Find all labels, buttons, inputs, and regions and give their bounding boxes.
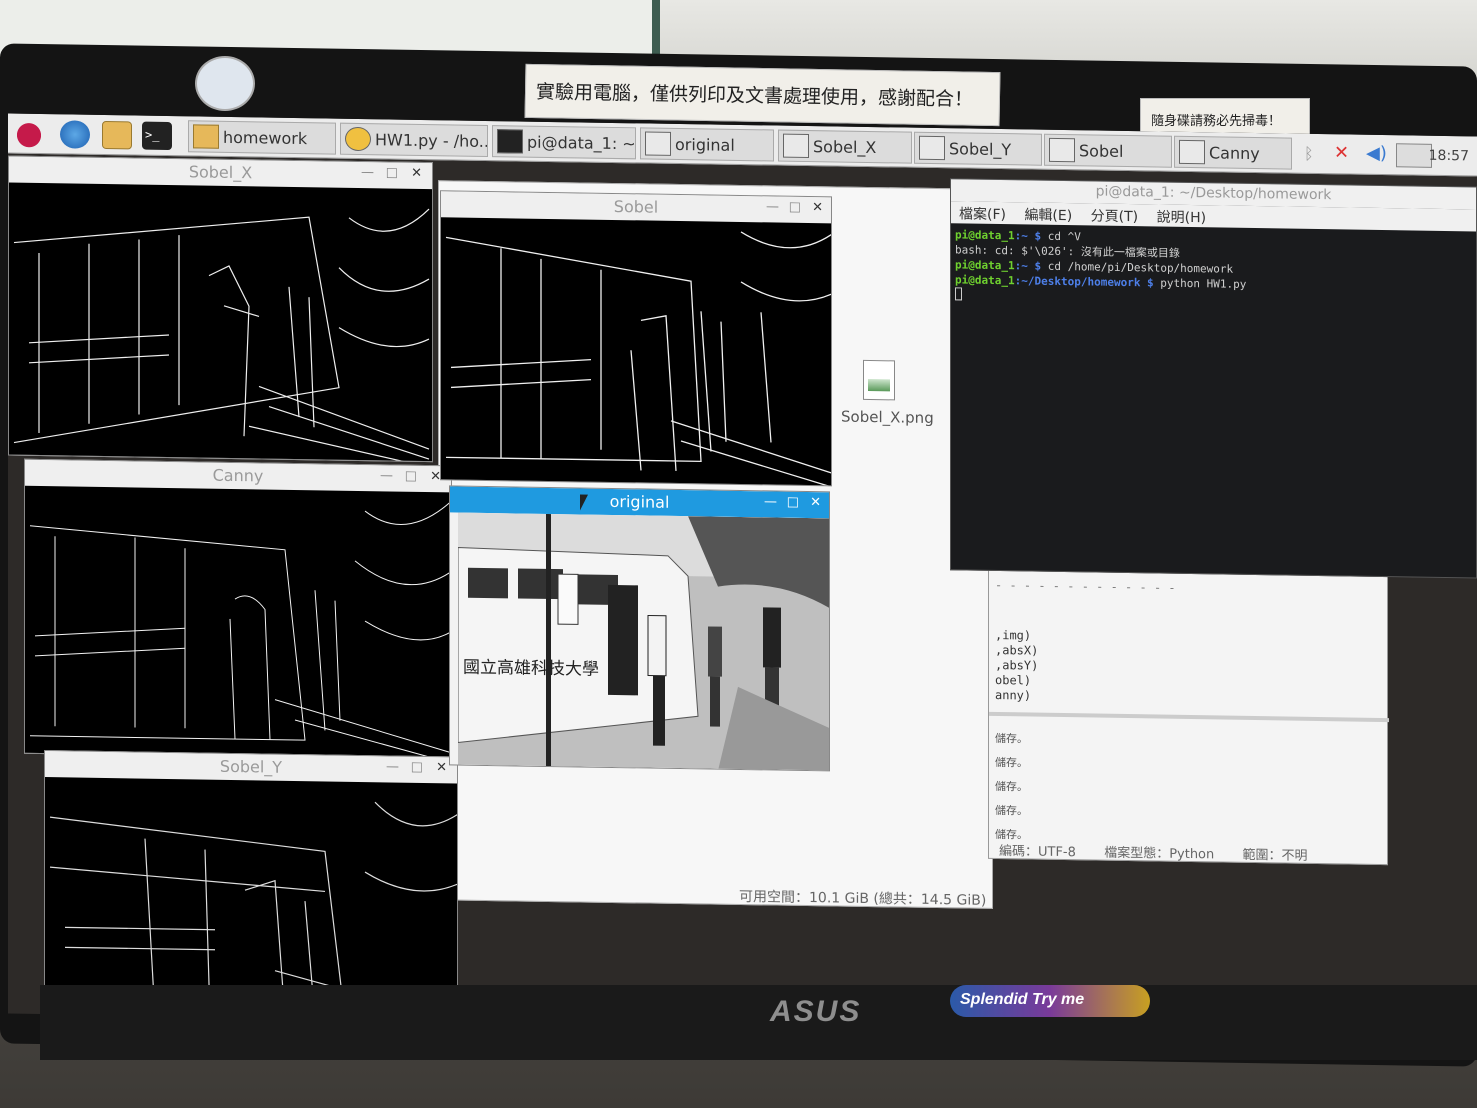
lab-notice-text: 實驗用電腦，僅供列印及文書處理使用，感謝配合！: [535, 81, 974, 111]
terminal-cursor: [955, 287, 962, 301]
canny-image: [25, 485, 452, 761]
taskbar-item-label: homework: [223, 127, 308, 149]
code-line[interactable]: anny): [995, 688, 1031, 703]
web-browser-icon[interactable]: [60, 120, 90, 149]
taskbar-item-sobel-x[interactable]: Sobel_X: [778, 129, 912, 164]
code-separator: - - - - - - - - - - - - -: [995, 577, 1176, 595]
volume-icon[interactable]: ◀): [1366, 143, 1387, 164]
close-icon[interactable]: ✕: [812, 200, 823, 215]
close-icon[interactable]: ✕: [810, 495, 821, 510]
maximize-icon[interactable]: □: [411, 760, 423, 775]
window-icon: [1179, 139, 1205, 165]
taskbar-item-homework[interactable]: homework: [188, 120, 336, 155]
sobel-x-window[interactable]: Sobel_X — □ ✕: [8, 155, 433, 463]
taskbar-item-sobel[interactable]: Sobel: [1044, 133, 1172, 168]
close-icon[interactable]: ✕: [411, 166, 422, 181]
maximize-icon[interactable]: □: [405, 469, 417, 484]
terminal-output[interactable]: pi@data_1:~ $ cd ^V bash: cd: $'\026': 沒…: [951, 223, 1476, 312]
maximize-icon[interactable]: □: [386, 165, 398, 180]
folder-icon: [193, 124, 219, 149]
canny-window[interactable]: Canny — □ ✕: [24, 458, 452, 761]
minimize-icon[interactable]: —: [766, 199, 779, 214]
usb-notice-text: 隨身碟請務必先掃毒！: [1151, 114, 1282, 129]
original-image: 國立高雄科技大學: [458, 512, 830, 772]
code-line[interactable]: ,img): [995, 628, 1031, 643]
sobel-image: [441, 217, 832, 487]
close-icon[interactable]: ✕: [436, 760, 447, 775]
asus-logo: ASUS: [770, 995, 862, 1028]
mouse-pointer-icon: [580, 494, 588, 511]
network-disconnected-icon[interactable]: ✕: [1334, 142, 1349, 163]
taskbar-item-terminal[interactable]: pi@data_1: ~...: [492, 125, 636, 160]
window-icon: [783, 133, 809, 159]
editor-statusbar: 編碼：UTF-8 檔案型態：Python 範圍：不明: [999, 840, 1308, 864]
screen: >_ homework HW1.py - /ho... pi@data_1: ~…: [8, 113, 1477, 1037]
taskbar-item-label: Sobel: [1079, 141, 1124, 161]
minimize-icon[interactable]: —: [386, 759, 399, 774]
sobel-y-window[interactable]: Sobel_Y — □ ✕: [44, 750, 458, 1021]
log-line: 儲存。: [995, 803, 1028, 818]
log-line: 儲存。: [995, 755, 1028, 770]
terminal-window[interactable]: pi@data_1: ~/Desktop/homework 檔案(F) 編輯(E…: [950, 178, 1477, 579]
taskbar-item-label: original: [675, 134, 735, 155]
log-line: 儲存。: [995, 779, 1028, 794]
minimize-icon[interactable]: —: [764, 494, 777, 509]
editor-divider[interactable]: [989, 711, 1389, 723]
taskbar-item-canny[interactable]: Canny: [1174, 135, 1292, 170]
code-line[interactable]: ,absY): [995, 658, 1038, 673]
range-status: 範圍：不明: [1242, 847, 1308, 864]
menu-edit[interactable]: 編輯(E): [1024, 207, 1072, 224]
raspberry-menu-icon[interactable]: [14, 119, 44, 149]
file-name[interactable]: Sobel_X.png: [841, 408, 934, 427]
taskbar-item-label: HW1.py - /ho...: [375, 130, 488, 152]
code-line[interactable]: obel): [995, 673, 1031, 688]
cpu-monitor-icon: [1396, 143, 1432, 168]
terminal-icon: [497, 129, 523, 154]
taskbar-item-label: Canny: [1209, 143, 1260, 164]
encoding-status: 編碼：UTF-8: [999, 844, 1076, 861]
sobel-x-image: [9, 182, 433, 463]
original-window[interactable]: original — □ ✕ 國立高雄科技大學: [449, 485, 830, 772]
bluetooth-icon[interactable]: ᛒ: [1304, 144, 1314, 163]
mascot-sticker: [195, 56, 255, 111]
code-editor-window: - - - - - - - - - - - - - ,img) ,absX) ,…: [988, 568, 1389, 866]
svg-text:國立高雄科技大學: 國立高雄科技大學: [463, 658, 599, 680]
file-manager-icon[interactable]: [102, 120, 132, 150]
editor-icon: [345, 126, 371, 152]
file-thumbnail-icon[interactable]: [863, 359, 895, 401]
taskbar-item-editor[interactable]: HW1.py - /ho...: [340, 122, 488, 158]
lab-notice-sticker: 實驗用電腦，僅供列印及文書處理使用，感謝配合！: [524, 63, 1001, 127]
taskbar-item-sobel-y[interactable]: Sobel_Y: [914, 131, 1042, 166]
maximize-icon[interactable]: □: [787, 495, 799, 510]
window-icon: [1049, 137, 1075, 163]
taskbar-item-original[interactable]: original: [640, 127, 774, 162]
menu-help[interactable]: 說明(H): [1157, 210, 1206, 227]
log-line: 儲存。: [995, 731, 1028, 746]
free-space-status: 可用空間：10.1 GiB (總共：14.5 GiB): [739, 888, 987, 909]
menu-file[interactable]: 檔案(F): [959, 206, 1006, 223]
monitor-bezel: [40, 985, 1477, 1060]
taskbar-item-label: Sobel_Y: [949, 139, 1012, 160]
sobel-window[interactable]: Sobel — □ ✕: [440, 190, 832, 487]
terminal-icon[interactable]: >_: [142, 121, 172, 151]
taskbar-item-label: Sobel_X: [813, 137, 877, 158]
filetype-status: 檔案型態：Python: [1104, 845, 1215, 863]
clock: 18:57: [1428, 147, 1469, 165]
code-line[interactable]: ,absX): [995, 643, 1038, 658]
minimize-icon[interactable]: —: [380, 468, 393, 483]
maximize-icon[interactable]: □: [789, 200, 801, 215]
window-icon: [645, 131, 671, 156]
window-icon: [919, 135, 945, 161]
sobel-y-image: [45, 777, 458, 1021]
splendid-button[interactable]: Splendid Try me: [950, 985, 1150, 1017]
minimize-icon[interactable]: —: [361, 165, 374, 180]
menu-tabs[interactable]: 分頁(T): [1091, 208, 1138, 225]
taskbar-item-label: pi@data_1: ~...: [527, 132, 636, 154]
